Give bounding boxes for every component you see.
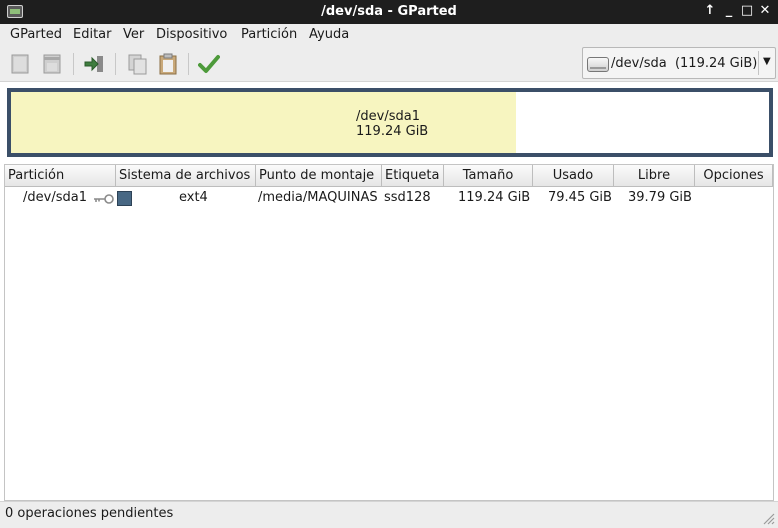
- pending-operations-status: 0 operaciones pendientes: [5, 506, 174, 521]
- cell-partition: /dev/sda1: [23, 190, 87, 205]
- resize-move-icon: [84, 56, 103, 72]
- combo-divider: [758, 51, 759, 75]
- copy-icon: [128, 54, 147, 75]
- minimize-button[interactable]: _: [721, 3, 737, 19]
- paste-icon: [159, 53, 177, 75]
- cell-label: ssd128: [384, 190, 431, 205]
- column-header-usado[interactable]: Usado: [533, 165, 614, 187]
- toolbar-separator: [73, 53, 74, 75]
- menu-particion[interactable]: Partición: [241, 27, 297, 42]
- filesystem-color-swatch: [117, 191, 132, 206]
- new-partition-button[interactable]: [9, 52, 31, 76]
- disk-graphic-area: /dev/sda1 119.24 GiB: [11, 92, 769, 153]
- new-partition-icon: [11, 54, 29, 74]
- copy-button[interactable]: [126, 52, 148, 76]
- resize-move-button[interactable]: [83, 52, 105, 76]
- menu-ayuda[interactable]: Ayuda: [309, 27, 349, 42]
- menu-dispositivo[interactable]: Dispositivo: [156, 27, 227, 42]
- partition-block-size: 119.24 GiB: [356, 124, 429, 139]
- menu-editar[interactable]: Editar: [73, 27, 112, 42]
- resize-grip-icon[interactable]: [761, 511, 775, 525]
- maximize-button[interactable]: □: [739, 3, 755, 19]
- window-title: /dev/sda - GParted: [321, 4, 457, 19]
- column-header-libre[interactable]: Libre: [614, 165, 695, 187]
- title-bar: /dev/sda - GParted ↑ _ □ ✕: [0, 0, 778, 24]
- menu-bar: GParted Editar Ver Dispositivo Partición…: [0, 24, 778, 46]
- toolbar-separator: [188, 53, 189, 75]
- chevron-down-icon[interactable]: ▼: [763, 56, 771, 67]
- column-header-etiqueta[interactable]: Etiqueta: [382, 165, 444, 187]
- apply-button[interactable]: [198, 52, 220, 76]
- device-selector-label: /dev/sda (119.24 GiB): [611, 56, 758, 71]
- paste-button[interactable]: [157, 52, 179, 76]
- close-button[interactable]: ✕: [757, 3, 773, 19]
- cell-used: 79.45 GiB: [548, 190, 612, 205]
- column-header-particion[interactable]: Partición: [5, 165, 116, 187]
- apply-icon: [198, 55, 220, 73]
- delete-partition-icon: [43, 54, 61, 74]
- toolbar-separator: [115, 53, 116, 75]
- cell-filesystem: ext4: [179, 190, 208, 205]
- cell-free: 39.79 GiB: [628, 190, 692, 205]
- menu-gparted[interactable]: GParted: [10, 27, 62, 42]
- column-header-opciones[interactable]: Opciones: [695, 165, 773, 187]
- status-bar: 0 operaciones pendientes: [0, 501, 778, 528]
- menu-ver[interactable]: Ver: [123, 27, 144, 42]
- cell-size: 119.24 GiB: [458, 190, 531, 205]
- partition-table: Partición Sistema de archivos Punto de m…: [4, 164, 774, 501]
- column-header-punto-de-montaje[interactable]: Punto de montaje: [256, 165, 382, 187]
- partition-block-sda1[interactable]: /dev/sda1 119.24 GiB: [11, 92, 516, 153]
- disk-graphic: /dev/sda1 119.24 GiB: [7, 88, 773, 157]
- keep-above-button[interactable]: ↑: [702, 3, 718, 19]
- column-header-tamano[interactable]: Tamaño: [444, 165, 533, 187]
- column-header-sistema-de-archivos[interactable]: Sistema de archivos: [116, 165, 256, 187]
- device-selector[interactable]: /dev/sda (119.24 GiB) ▼: [582, 47, 776, 79]
- key-icon: [94, 194, 114, 204]
- delete-partition-button[interactable]: [41, 52, 63, 76]
- partition-block-name: /dev/sda1: [356, 109, 420, 124]
- cell-mountpoint: /media/MAQUINAS: [258, 190, 378, 205]
- hard-disk-icon: [587, 57, 609, 72]
